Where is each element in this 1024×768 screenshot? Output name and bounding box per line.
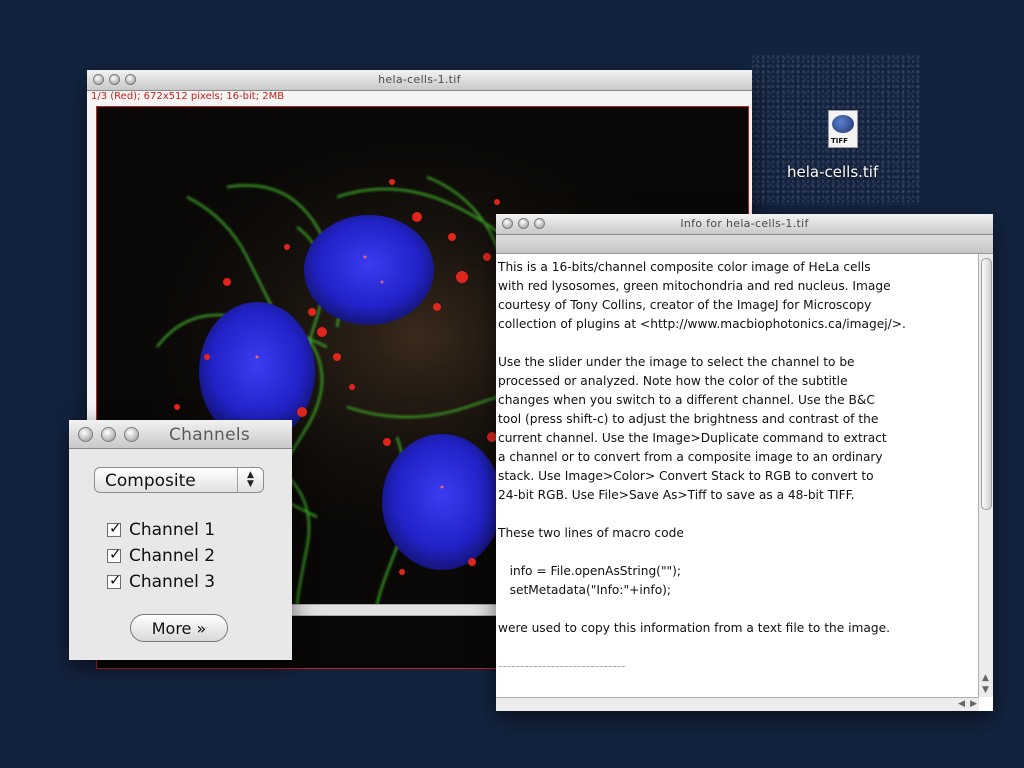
channels-window-title: Channels bbox=[169, 425, 251, 445]
channel-label: Channel 1 bbox=[129, 520, 216, 540]
info-window-titlebar[interactable]: Info for hela-cells-1.tif bbox=[496, 214, 993, 235]
info-horizontal-scrollbar[interactable]: ◀ ▶ bbox=[496, 697, 979, 711]
channel-label: Channel 3 bbox=[129, 572, 216, 592]
info-macro-code: info = File.openAsString(""); setMetadat… bbox=[509, 564, 682, 597]
globe-glyph-icon bbox=[832, 115, 854, 133]
close-button[interactable] bbox=[78, 427, 93, 442]
channel-3-checkbox[interactable]: ✓ Channel 3 bbox=[107, 571, 216, 592]
scroll-right-arrow-icon[interactable]: ▶ bbox=[970, 699, 977, 709]
channel-label: Channel 2 bbox=[129, 546, 216, 566]
checkbox-checked-icon[interactable]: ✓ bbox=[107, 519, 122, 537]
channels-window[interactable]: Channels Composite ▲ ▼ ✓ Channel 1 ✓ Cha… bbox=[69, 420, 292, 660]
display-mode-value: Composite bbox=[105, 471, 196, 491]
info-paragraph: were used to copy this information from … bbox=[498, 621, 890, 635]
channel-2-checkbox[interactable]: ✓ Channel 2 bbox=[107, 545, 216, 566]
display-mode-select[interactable]: Composite ▲ ▼ bbox=[94, 467, 264, 493]
minimize-button[interactable] bbox=[101, 427, 116, 442]
info-vertical-scrollbar[interactable]: ▲ ▼ bbox=[978, 254, 993, 697]
image-window-title: hela-cells-1.tif bbox=[378, 73, 461, 86]
info-toolbar bbox=[496, 235, 993, 254]
desktop-file-icon[interactable]: TIFF hela-cells.tif bbox=[752, 55, 922, 205]
scroll-left-arrow-icon[interactable]: ◀ bbox=[958, 699, 965, 709]
scroll-down-arrow-icon[interactable]: ▼ bbox=[982, 685, 989, 695]
desktop-file-name: hela-cells.tif bbox=[787, 163, 879, 181]
image-window-titlebar[interactable]: hela-cells-1.tif bbox=[87, 70, 752, 91]
info-paragraph: Use the slider under the image to select… bbox=[498, 355, 887, 502]
info-text-area[interactable]: This is a 16-bits/channel composite colo… bbox=[498, 258, 974, 698]
channels-window-titlebar[interactable]: Channels bbox=[69, 420, 292, 449]
info-paragraph: These two lines of macro code bbox=[498, 526, 684, 540]
info-window[interactable]: Info for hela-cells-1.tif This is a 16-b… bbox=[496, 214, 993, 711]
info-paragraph: This is a 16-bits/channel composite colo… bbox=[498, 260, 906, 331]
select-stepper-icon: ▲ ▼ bbox=[237, 468, 263, 492]
channel-1-checkbox[interactable]: ✓ Channel 1 bbox=[107, 519, 216, 540]
zoom-button[interactable] bbox=[124, 427, 139, 442]
info-divider: ----------------------------- bbox=[498, 659, 626, 673]
checkbox-checked-icon[interactable]: ✓ bbox=[107, 545, 122, 563]
checkbox-checked-icon[interactable]: ✓ bbox=[107, 571, 122, 589]
info-window-title: Info for hela-cells-1.tif bbox=[680, 217, 809, 230]
more-button[interactable]: More » bbox=[130, 614, 228, 642]
image-subtitle: 1/3 (Red); 672x512 pixels; 16-bit; 2MB bbox=[91, 91, 285, 102]
tiff-file-icon: TIFF bbox=[828, 110, 858, 148]
file-type-badge: TIFF bbox=[831, 137, 848, 145]
scroll-up-arrow-icon[interactable]: ▲ bbox=[982, 673, 989, 683]
scroll-thumb[interactable] bbox=[981, 258, 992, 510]
